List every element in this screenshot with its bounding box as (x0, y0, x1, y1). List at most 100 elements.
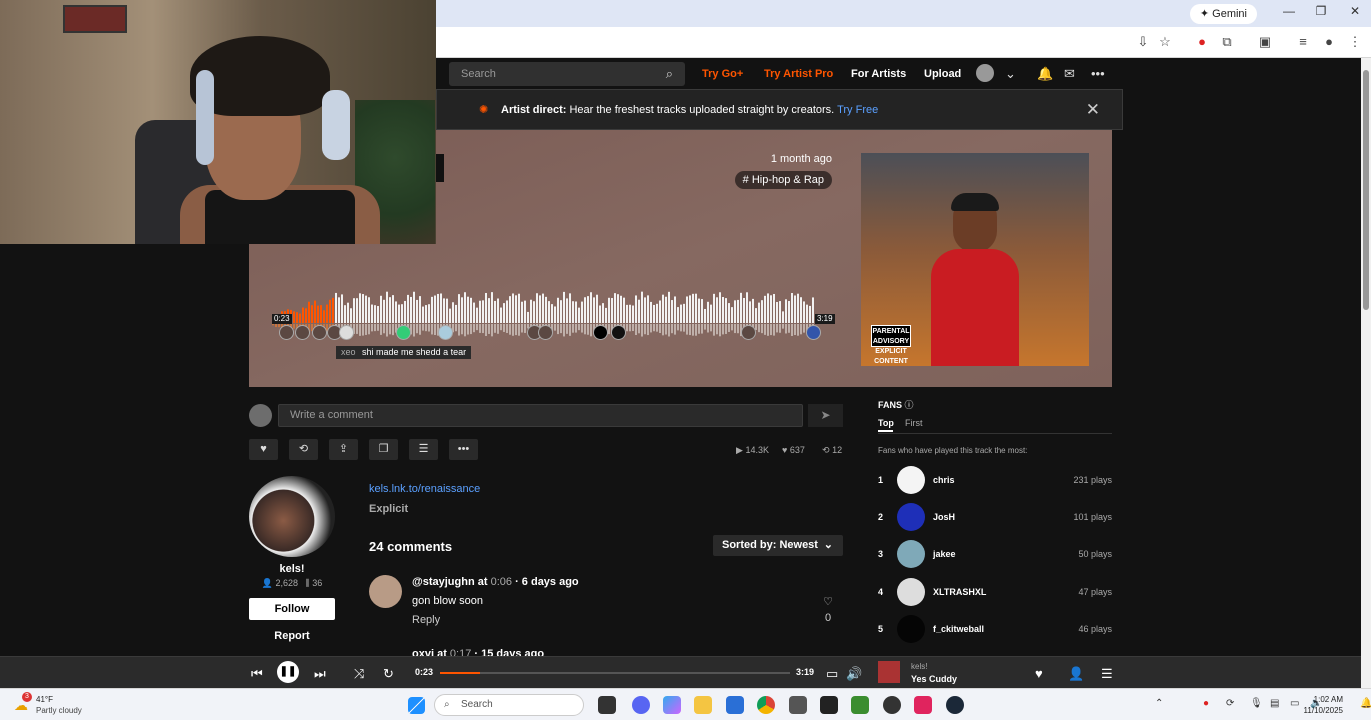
close-window-button[interactable]: ✕ (1345, 4, 1365, 18)
file-explorer-icon[interactable] (694, 696, 712, 714)
temperature[interactable]: 41°F (36, 695, 53, 704)
windows-start-icon[interactable] (408, 697, 425, 714)
profile-avatar-icon[interactable]: ● (1320, 34, 1338, 49)
genre-tag[interactable]: # Hip-hop & Rap (734, 171, 832, 189)
info-icon[interactable]: ⓘ (905, 400, 914, 410)
now-playing-artist[interactable]: kels! (911, 662, 927, 671)
tray-overflow-icon[interactable]: ⌃ (1155, 698, 1163, 709)
followers-count[interactable]: 2,628 (276, 578, 299, 588)
fan-name[interactable]: f_ckitweball (933, 624, 984, 634)
extensions-puzzle-icon[interactable]: ⧉ (1218, 34, 1236, 50)
fan-row[interactable]: 2 JosH 101 plays (878, 503, 1112, 533)
previous-track-icon[interactable]: ⏮ (251, 666, 263, 682)
more-menu-icon[interactable]: ••• (1091, 66, 1105, 81)
waveform-comment-avatar[interactable] (741, 325, 756, 340)
chrome-icon[interactable] (757, 696, 775, 714)
waveform-comment-avatar[interactable] (611, 325, 626, 340)
tracks-count[interactable]: 36 (312, 578, 322, 588)
tray-app-icon[interactable]: ● (1203, 698, 1209, 709)
minecraft-icon[interactable] (851, 696, 869, 714)
copy-link-button[interactable]: ❐ (369, 439, 398, 460)
comment-like-heart-icon[interactable]: ♡ (822, 595, 834, 608)
fan-name[interactable]: chris (933, 475, 955, 485)
tab-first[interactable]: First (905, 418, 923, 428)
steam-icon[interactable] (946, 696, 964, 714)
bookmark-star-icon[interactable]: ☆ (1156, 34, 1174, 50)
extension-record-icon[interactable]: ● (1193, 34, 1211, 49)
waveform-comment-avatar[interactable] (279, 325, 294, 340)
browser-menu-icon[interactable]: ⋮ (1346, 34, 1364, 50)
system-clock[interactable]: 1:02 AM 11/10/2025 (1304, 694, 1343, 716)
like-track-heart-icon[interactable]: ♥ (1035, 666, 1043, 681)
follow-artist-icon[interactable]: 👤 (1068, 666, 1084, 682)
fan-row[interactable]: 5 f_ckitweball 46 plays (878, 615, 1112, 645)
tray-app-icon[interactable]: ▤ (1270, 698, 1279, 709)
app-icon[interactable] (789, 696, 807, 714)
description-link[interactable]: kels.lnk.to/renaissance (369, 483, 480, 495)
epic-games-icon[interactable] (820, 696, 838, 714)
install-app-icon[interactable]: ⇩ (1134, 34, 1152, 50)
cast-icon[interactable]: ▭ (826, 666, 838, 682)
waveform-comment-avatar[interactable] (538, 325, 553, 340)
comment-input[interactable]: Write a comment (278, 404, 803, 427)
fan-name[interactable]: jakee (933, 549, 956, 559)
now-playing-title[interactable]: Yes Cuddy (911, 674, 957, 684)
tab-top[interactable]: Top (878, 418, 894, 428)
fan-avatar[interactable] (897, 540, 925, 568)
add-to-playlist-button[interactable]: ☰ (409, 439, 438, 460)
waveform-comment-avatar[interactable] (593, 325, 608, 340)
waveform-comment-avatar[interactable] (396, 325, 411, 340)
store-icon[interactable] (726, 696, 744, 714)
shuffle-icon[interactable]: ⤨ (354, 666, 364, 682)
volume-icon[interactable]: 🔊 (846, 666, 862, 682)
fan-row[interactable]: 3 jakee 50 plays (878, 540, 1112, 570)
queue-icon[interactable]: ☰ (1101, 666, 1113, 682)
copilot-icon[interactable] (663, 696, 681, 714)
fan-row[interactable]: 1 chris 231 plays (878, 466, 1112, 496)
waveform-comment-avatar[interactable] (339, 325, 354, 340)
gemini-button[interactable]: ✦ Gemini (1189, 4, 1257, 24)
progress-bar[interactable] (440, 672, 790, 674)
try-go-link[interactable]: Try Go+ (702, 68, 743, 80)
scrollbar-thumb[interactable] (1363, 70, 1369, 310)
fan-row[interactable]: 4 XLTRASHXL 47 plays (878, 578, 1112, 608)
follow-button[interactable]: Follow (249, 598, 335, 620)
reading-list-icon[interactable]: ≡ (1294, 34, 1312, 49)
task-view-icon[interactable] (598, 696, 616, 714)
more-actions-button[interactable]: ••• (449, 439, 478, 460)
weather-condition[interactable]: Partly cloudy (36, 706, 82, 715)
waveform-comment-avatar[interactable] (312, 325, 327, 340)
next-track-icon[interactable]: ⏭ (314, 666, 326, 682)
try-artist-pro-link[interactable]: Try Artist Pro (764, 68, 833, 80)
taskbar-search[interactable]: ⌕ Search (434, 694, 584, 716)
waveform-comment-avatar[interactable] (806, 325, 821, 340)
waveform-comment-avatar[interactable] (438, 325, 453, 340)
artist-avatar[interactable] (249, 476, 335, 557)
now-playing-cover[interactable] (878, 661, 900, 683)
side-panel-icon[interactable]: ▣ (1256, 34, 1274, 50)
repeat-icon[interactable]: ↻ (383, 666, 394, 682)
artist-name[interactable]: kels! (249, 563, 335, 575)
minimize-button[interactable]: — (1279, 4, 1299, 18)
comment-user[interactable]: @stayjughn (412, 576, 475, 588)
fan-name[interactable]: XLTRASHXL (933, 587, 986, 597)
share-button[interactable]: ⇪ (329, 439, 358, 460)
send-comment-icon[interactable]: ➤ (808, 404, 843, 427)
reply-button[interactable]: Reply (412, 614, 440, 626)
user-avatar[interactable] (976, 64, 994, 82)
microphone-icon[interactable]: 🎙 (1250, 698, 1263, 709)
repost-button[interactable]: ⟲ (289, 439, 318, 460)
notification-bell-icon[interactable]: 🔔 (1037, 66, 1053, 82)
try-free-link[interactable]: Try Free (837, 104, 878, 116)
tiktok-icon[interactable] (914, 696, 932, 714)
chevron-down-icon[interactable]: ⌄ (1005, 66, 1016, 82)
close-icon[interactable]: ✕ (1086, 100, 1100, 120)
search-input[interactable]: Search ⌕ (449, 62, 685, 86)
upload-link[interactable]: Upload (924, 68, 961, 80)
comment-timestamp[interactable]: 0:06 (491, 576, 512, 588)
pause-button[interactable]: ❚❚ (277, 661, 299, 683)
tray-sync-icon[interactable]: ⟳ (1226, 698, 1234, 709)
sort-dropdown[interactable]: Sorted by: Newest ⌄ (713, 535, 843, 556)
search-icon[interactable]: ⌕ (666, 62, 673, 86)
notifications-icon[interactable]: 🔔 (1360, 698, 1371, 709)
